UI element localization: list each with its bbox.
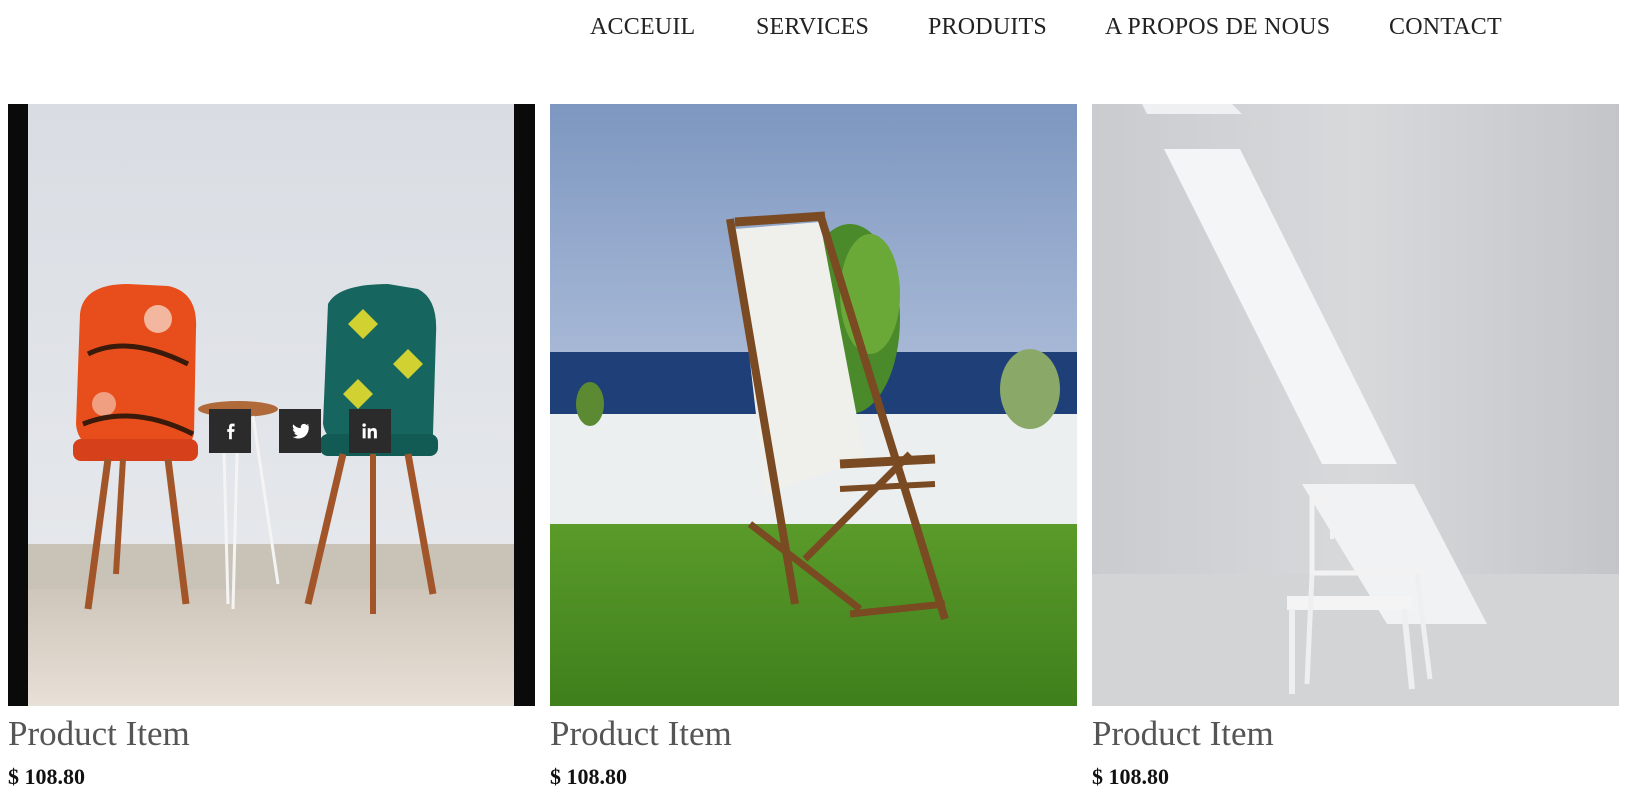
product-image-white-chair[interactable]	[1092, 104, 1619, 706]
nav-link-services[interactable]: SERVICES	[756, 14, 869, 41]
nav-link-a-propos[interactable]: A PROPOS DE NOUS	[1105, 14, 1330, 41]
product-card[interactable]: Product Item $ 108.80	[1092, 104, 1619, 790]
product-card[interactable]: Product Item $ 108.80	[8, 104, 535, 790]
twitter-share-button[interactable]	[279, 409, 321, 453]
product-title[interactable]: Product Item	[1092, 714, 1619, 754]
twitter-icon	[292, 423, 310, 439]
product-title[interactable]: Product Item	[550, 714, 1077, 754]
product-title[interactable]: Product Item	[8, 714, 535, 754]
armchairs-photo	[8, 104, 535, 706]
nav-link-acceuil[interactable]: ACCEUIL	[590, 14, 695, 41]
product-image-armchairs[interactable]	[8, 104, 535, 706]
linkedin-share-button[interactable]	[349, 409, 391, 453]
facebook-share-button[interactable]	[209, 409, 251, 453]
product-image-deck-chair[interactable]	[550, 104, 1077, 706]
product-price: $ 108.80	[550, 764, 627, 789]
deck-chair-photo	[550, 104, 1077, 706]
main-nav: ACCEUIL SERVICES PRODUITS A PROPOS DE NO…	[0, 14, 1627, 50]
white-chair-photo	[1092, 104, 1619, 706]
product-price: $ 108.80	[1092, 764, 1169, 789]
facebook-icon	[227, 423, 235, 440]
product-card[interactable]: Product Item $ 108.80	[550, 104, 1077, 790]
nav-link-produits[interactable]: PRODUITS	[928, 14, 1047, 41]
product-price: $ 108.80	[8, 764, 85, 789]
nav-link-contact[interactable]: CONTACT	[1389, 14, 1502, 41]
linkedin-icon	[362, 423, 377, 439]
